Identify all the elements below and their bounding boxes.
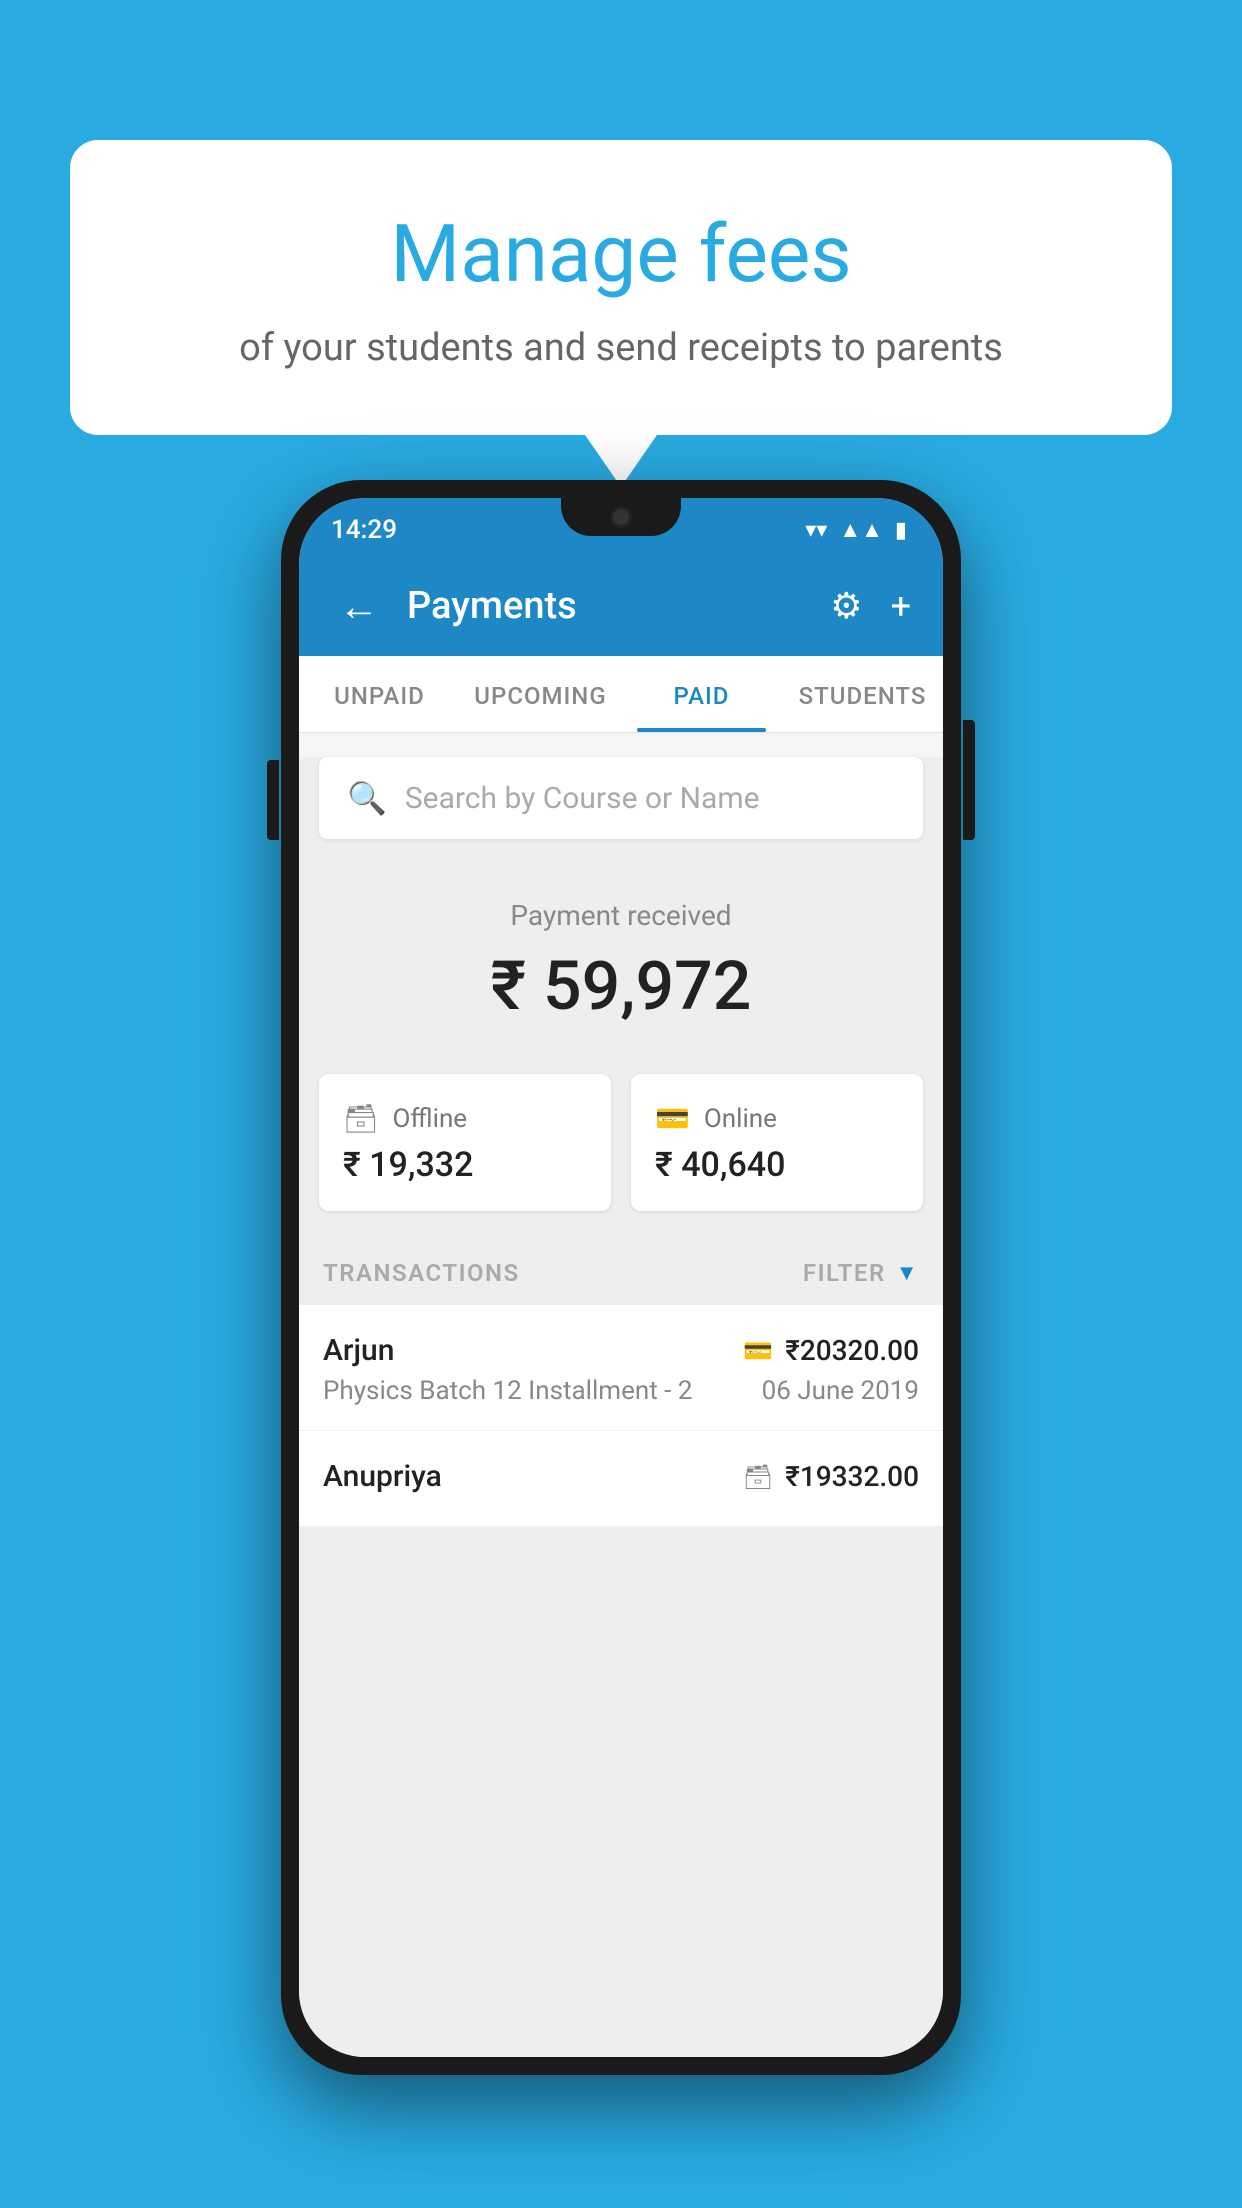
tab-students[interactable]: STUDENTS	[782, 656, 943, 732]
online-icon: 💳	[655, 1102, 690, 1135]
camera	[610, 506, 632, 528]
app-bar: ← Payments ⚙ +	[299, 556, 943, 656]
payment-received-label: Payment received	[299, 899, 943, 932]
transactions-header: TRANSACTIONS FILTER ▼	[299, 1239, 943, 1305]
tabs-container: UNPAID UPCOMING PAID STUDENTS	[299, 656, 943, 733]
offline-label: Offline	[393, 1104, 468, 1134]
speech-bubble-section: Manage fees of your students and send re…	[70, 140, 1172, 435]
payment-received-section: Payment received ₹ 59,972	[299, 863, 943, 1054]
back-button[interactable]: ←	[331, 575, 387, 638]
phone-screen: 14:29 ▾▾ ▲▲ ▮ ← Payments ⚙ + UNPAID	[299, 498, 943, 2057]
phone-mockup: 14:29 ▾▾ ▲▲ ▮ ← Payments ⚙ + UNPAID	[281, 480, 961, 2075]
payment-cards-row: 🗃 Offline ₹ 19,332 💳 Online ₹ 40,640	[319, 1074, 923, 1211]
offline-card-header: 🗃 Offline	[343, 1102, 587, 1135]
txn-bottom-row: Physics Batch 12 Installment - 2 06 June…	[323, 1376, 919, 1406]
bubble-subtitle: of your students and send receipts to pa…	[130, 322, 1112, 375]
transaction-row[interactable]: Arjun 💳 ₹20320.00 Physics Batch 12 Insta…	[299, 1305, 943, 1431]
offline-card: 🗃 Offline ₹ 19,332	[319, 1074, 611, 1211]
add-button[interactable]: +	[891, 585, 911, 627]
search-icon: 🔍	[347, 779, 387, 817]
tab-unpaid[interactable]: UNPAID	[299, 656, 460, 732]
status-icons: ▾▾ ▲▲ ▮	[805, 517, 907, 543]
speech-bubble: Manage fees of your students and send re…	[70, 140, 1172, 435]
signal-icon: ▲▲	[839, 517, 883, 543]
search-bar[interactable]: 🔍 Search by Course or Name	[319, 757, 923, 839]
app-bar-icons: ⚙ +	[830, 585, 911, 627]
content-area: 🔍 Search by Course or Name Payment recei…	[299, 757, 943, 2057]
txn-name: Arjun	[323, 1333, 394, 1368]
txn-name: Anupriya	[323, 1459, 442, 1494]
tab-upcoming[interactable]: UPCOMING	[460, 656, 621, 732]
txn-course: Physics Batch 12 Installment - 2	[323, 1376, 692, 1406]
txn-payment-type-icon: 🗃	[743, 1463, 773, 1491]
status-time: 14:29	[331, 515, 397, 545]
payment-received-amount: ₹ 59,972	[299, 946, 943, 1026]
filter-button[interactable]: FILTER ▼	[803, 1259, 919, 1287]
offline-amount: ₹ 19,332	[343, 1145, 587, 1185]
phone-outer-frame: 14:29 ▾▾ ▲▲ ▮ ← Payments ⚙ + UNPAID	[281, 480, 961, 2075]
tab-paid[interactable]: PAID	[621, 656, 782, 732]
online-label: Online	[704, 1104, 777, 1134]
settings-button[interactable]: ⚙	[830, 585, 862, 627]
battery-icon: ▮	[895, 518, 907, 543]
transactions-label: TRANSACTIONS	[323, 1259, 520, 1287]
wifi-icon: ▾▾	[805, 518, 827, 543]
phone-notch	[561, 498, 681, 536]
txn-amount-wrap: 🗃 ₹19332.00	[743, 1460, 919, 1493]
txn-top-row: Arjun 💳 ₹20320.00	[323, 1333, 919, 1368]
online-card: 💳 Online ₹ 40,640	[631, 1074, 923, 1211]
online-card-header: 💳 Online	[655, 1102, 899, 1135]
app-bar-title: Payments	[407, 584, 810, 628]
txn-date: 06 June 2019	[762, 1376, 919, 1406]
txn-amount: ₹19332.00	[785, 1460, 919, 1493]
filter-icon: ▼	[896, 1260, 919, 1286]
txn-amount-wrap: 💳 ₹20320.00	[743, 1334, 919, 1367]
txn-top-row: Anupriya 🗃 ₹19332.00	[323, 1459, 919, 1494]
offline-icon: 🗃	[343, 1102, 379, 1135]
search-placeholder: Search by Course or Name	[405, 781, 760, 816]
bubble-title: Manage fees	[130, 210, 1112, 298]
txn-payment-type-icon: 💳	[743, 1337, 773, 1365]
online-amount: ₹ 40,640	[655, 1145, 899, 1185]
filter-label: FILTER	[803, 1259, 886, 1287]
txn-amount: ₹20320.00	[785, 1334, 919, 1367]
transaction-row[interactable]: Anupriya 🗃 ₹19332.00	[299, 1431, 943, 1527]
